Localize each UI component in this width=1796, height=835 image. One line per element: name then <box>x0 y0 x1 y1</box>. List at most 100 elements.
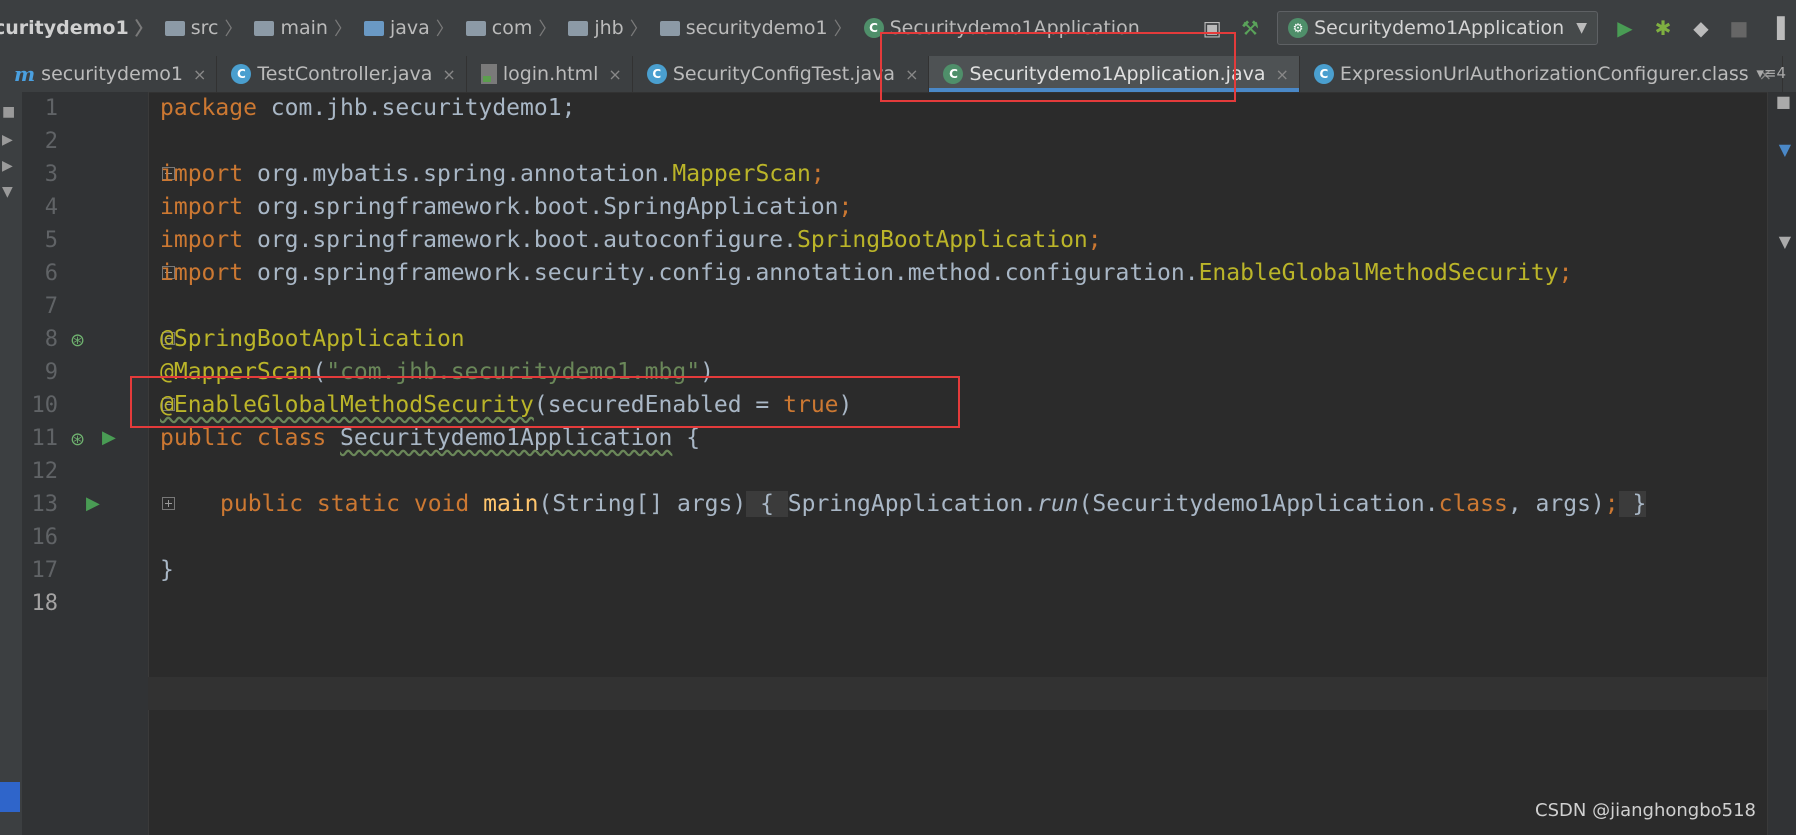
code-line-6: import org.springframework.security.conf… <box>160 257 1572 290</box>
chevron-right-icon: 〉 <box>629 19 648 40</box>
chevron-right-icon: 〉 <box>224 19 243 40</box>
code-text: (String[] args) <box>538 491 747 517</box>
folded-region[interactable]: { <box>746 491 788 517</box>
code-line-17: } <box>160 554 174 587</box>
code-line-5: import org.springframework.boot.autoconf… <box>160 224 1102 257</box>
code-text: org.springframework.boot.SpringApplicati… <box>243 194 839 220</box>
breadcrumb-label: jhb <box>594 17 624 39</box>
inspection-status-icon[interactable]: ■ <box>1776 92 1791 111</box>
tab-overflow-menu[interactable]: ▾≡4 <box>1756 64 1786 82</box>
selected-tool-indicator <box>0 782 20 812</box>
marker-arrow-icon[interactable]: ▼ <box>1779 232 1791 251</box>
method-call: run <box>1037 491 1079 517</box>
code-text: org.springframework.boot.autoconfigure. <box>243 227 797 253</box>
package-icon <box>568 20 589 36</box>
tab-expressionurlauthorizationconfigurer[interactable]: C ExpressionUrlAuthorizationConfigurer.cl… <box>1300 56 1784 92</box>
tab-securitydemo1[interactable]: m securitydemo1 × <box>0 56 218 92</box>
breadcrumb-project-label: curitydemo1 <box>0 17 129 39</box>
code-text: (Securitydemo1Application. <box>1078 491 1439 517</box>
breadcrumb-label: java <box>389 17 430 39</box>
left-tool-strip: ■ ▶ ▶ ▼ <box>0 92 23 835</box>
package-icon <box>465 20 486 36</box>
highlight-box-active-tab <box>880 32 1236 102</box>
line-number: 16 <box>31 525 59 550</box>
line-number: 17 <box>31 558 59 583</box>
run-configuration-label: Securitydemo1Application <box>1314 17 1565 39</box>
breadcrumb-main[interactable]: main 〉 <box>254 15 359 41</box>
breadcrumb-securitydemo1[interactable]: securitydemo1 〉 <box>659 15 860 41</box>
keyword: import <box>160 161 244 187</box>
more-icon[interactable]: ▐ <box>1762 13 1792 43</box>
close-icon[interactable]: × <box>1276 65 1289 84</box>
close-icon[interactable]: × <box>442 65 455 84</box>
code-text: org.springframework.security.config.anno… <box>243 260 1199 286</box>
collapse-arrow-icon[interactable]: ▼ <box>2 184 13 200</box>
chevron-right-icon: 〉 <box>538 19 557 40</box>
code-text: SpringApplication. <box>787 491 1038 517</box>
package-icon <box>659 20 680 36</box>
breadcrumb-java[interactable]: java 〉 <box>363 15 462 41</box>
tab-login-html[interactable]: login.html × <box>467 56 633 92</box>
line-number: 6 <box>44 261 58 286</box>
class-icon: C <box>231 64 252 84</box>
spring-bean-icon[interactable]: ⊛ <box>70 429 85 450</box>
annotation: @SpringBootApplication <box>160 326 465 352</box>
close-icon[interactable]: × <box>193 65 206 84</box>
spring-bean-search-icon[interactable]: ⊛ <box>70 330 85 351</box>
line-number: 3 <box>44 162 58 187</box>
class-name: SpringBootApplication <box>796 227 1088 253</box>
keyword: public class <box>160 425 341 451</box>
tab-label: securitydemo1 <box>41 63 184 85</box>
code-line-13: public static void main(String[] args) {… <box>220 488 1647 521</box>
keyword: class <box>1438 491 1508 517</box>
semicolon: ; <box>838 194 853 220</box>
spring-boot-icon: ⚙ <box>1288 18 1309 38</box>
right-scroll-marker-bar[interactable]: ■ ▼ ▼ <box>1767 92 1796 835</box>
keyword: package <box>160 95 257 121</box>
toolbar: ▣ ⚒ ⚙ Securitydemo1Application ▼ ▶ ✱ ◆ ■… <box>1193 10 1796 46</box>
watermark: CSDN @jianghongbo518 <box>1535 800 1756 821</box>
folded-region[interactable]: } <box>1618 491 1647 517</box>
breadcrumb-label: main <box>280 17 328 39</box>
line-number: 1 <box>44 96 58 121</box>
class-name: MapperScan <box>672 161 811 187</box>
breadcrumb-label: securitydemo1 <box>685 17 828 39</box>
code-text: } <box>160 557 174 583</box>
chevron-down-icon: ▼ <box>1576 20 1587 36</box>
run-gutter-icon[interactable]: ▶ <box>86 493 100 514</box>
expand-arrow-icon[interactable]: ▶ <box>2 158 13 174</box>
tab-label: SecurityConfigTest.java <box>672 63 896 85</box>
class-icon: C <box>646 64 667 84</box>
breadcrumb-jhb[interactable]: jhb 〉 <box>568 15 655 41</box>
coverage-shield-icon[interactable]: ◆ <box>1686 13 1716 43</box>
close-icon[interactable]: × <box>608 65 621 84</box>
tab-label: ExpressionUrlAuthorizationConfigurer.cla… <box>1339 63 1749 85</box>
expand-arrow-icon[interactable]: ▶ <box>2 132 13 148</box>
line-number: 8 <box>44 327 58 352</box>
code-text: , args) <box>1507 491 1605 517</box>
breadcrumb-src[interactable]: src 〉 <box>164 15 251 41</box>
tab-testcontroller[interactable]: C TestController.java × <box>217 56 467 92</box>
chevron-right-icon: 〉 <box>435 19 454 40</box>
code-editor[interactable]: package com.jhb.securitydemo1; import or… <box>148 92 1768 835</box>
debug-bug-icon[interactable]: ✱ <box>1648 13 1678 43</box>
highlight-box-annotation-line <box>130 376 960 428</box>
stop-icon[interactable]: ■ <box>1724 13 1754 43</box>
line-number: 2 <box>44 129 58 154</box>
keyword: public static void <box>220 491 484 517</box>
tab-label: TestController.java <box>257 63 433 85</box>
breadcrumb-com[interactable]: com 〉 <box>465 15 565 41</box>
run-icon[interactable]: ▶ <box>1610 13 1640 43</box>
run-gutter-icon[interactable]: ▶ <box>102 427 116 448</box>
breadcrumb-project[interactable]: curitydemo1 〉 <box>0 15 161 41</box>
class-name: Securitydemo1Application <box>340 425 673 451</box>
class-icon: C <box>1313 64 1334 84</box>
line-number: 7 <box>44 294 58 319</box>
chevron-right-icon: 〉 <box>333 19 352 40</box>
build-hammer-icon[interactable]: ⚒ <box>1235 13 1265 43</box>
semicolon: ; <box>1604 491 1619 517</box>
marker-arrow-icon[interactable]: ▼ <box>1779 140 1791 159</box>
expand-arrow-icon[interactable]: ■ <box>2 104 15 120</box>
run-configuration-select[interactable]: ⚙ Securitydemo1Application ▼ <box>1277 11 1598 45</box>
line-number: 5 <box>44 228 58 253</box>
